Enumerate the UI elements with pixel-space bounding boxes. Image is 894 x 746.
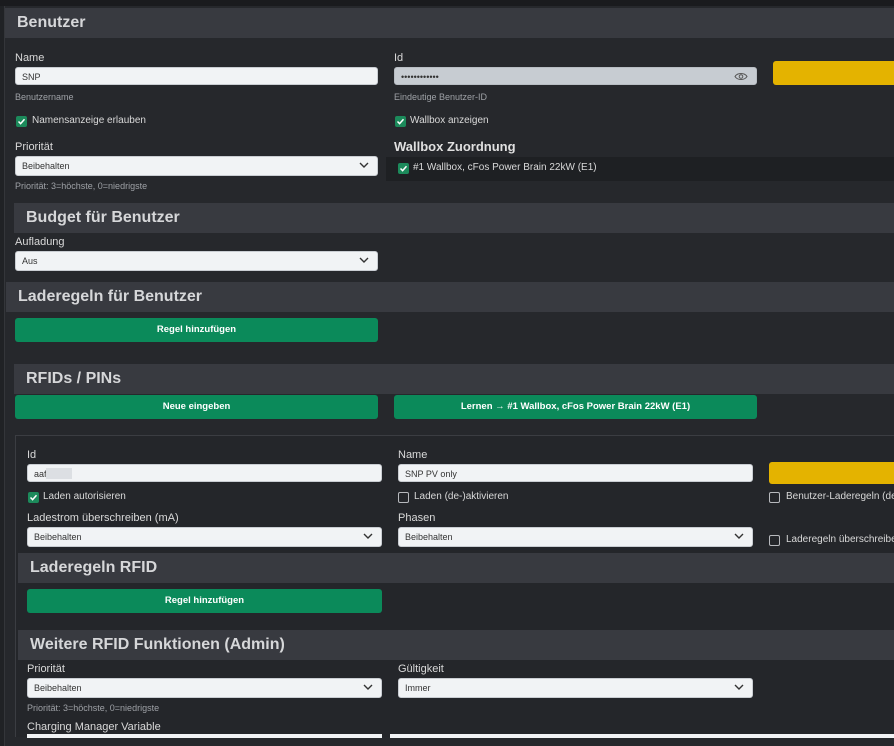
laden-deaktivieren-label: Laden (de-)aktivieren [414,491,509,502]
namensanzeige-checkbox[interactable] [16,116,27,127]
wallbox-zuordnung-title: Wallbox Zuordnung [394,139,516,154]
redaction-block [46,468,72,479]
laderegeln-ueberschreiben-label: Laderegeln überschreibe [786,534,894,545]
rfid-name-input[interactable]: SNP PV only [398,464,753,482]
section-header-laderegeln: Laderegeln für Benutzer [6,282,894,312]
prioritaet-value: Beibehalten [22,161,70,171]
cm-variable-input[interactable] [27,734,382,738]
cm-variable-input-2[interactable] [390,734,894,738]
chevron-down-icon [359,257,369,263]
check-icon [29,494,38,501]
rfid-id-label: Id [27,449,37,461]
phasen-select[interactable]: Beibehalten [398,527,753,547]
rfid-yellow-button[interactable] [769,462,894,484]
rfid-id-input[interactable]: aaf [27,464,382,482]
rfid-id-value: aaf [34,469,47,479]
section-header-rfids: RFIDs / PINs [14,364,894,394]
wallbox-zuordnung-item: #1 Wallbox, cFos Power Brain 22kW (E1) [413,162,597,173]
name-hint: Benutzername [15,92,74,102]
gueltigkeit-select[interactable]: Immer [398,678,753,698]
add-rule-button[interactable]: Regel hinzufügen [15,318,378,342]
yellow-action-button[interactable] [773,61,894,85]
chevron-down-icon [734,533,744,539]
chevron-down-icon [734,684,744,690]
rfid-prioritaet-value: Beibehalten [34,683,82,693]
check-icon [17,118,26,125]
laderegeln-ueberschreiben-checkbox[interactable] [769,535,780,546]
wallbox-anzeigen-checkbox[interactable] [395,116,406,127]
learn-rfid-button[interactable]: Lernen → #1 Wallbox, cFos Power Brain 22… [394,395,757,419]
benutzer-laderegeln-checkbox[interactable] [769,492,780,503]
rfid-prioritaet-hint: Priorität: 3=höchste, 0=niedrigste [27,703,160,713]
prioritaet-hint: Priorität: 3=höchste, 0=niedrigste [15,181,148,191]
gueltigkeit-value: Immer [405,683,431,693]
eye-icon[interactable] [734,72,748,81]
aufladung-select[interactable]: Aus [15,251,378,271]
prioritaet-label: Priorität [15,141,53,153]
section-header-weitere: Weitere RFID Funktionen (Admin) [18,630,894,660]
id-label: Id [394,52,404,64]
phasen-label: Phasen [398,512,436,524]
section-header-budget: Budget für Benutzer [14,203,894,233]
prioritaet-select[interactable]: Beibehalten [15,156,378,176]
aufladung-label: Aufladung [15,236,65,248]
rfid-prioritaet-label: Priorität [27,663,65,675]
rfid-add-rule-button[interactable]: Regel hinzufügen [27,589,382,613]
section-header-laderegeln-rfid: Laderegeln RFID [18,553,894,583]
section-header-benutzer: Benutzer [5,8,894,38]
ladestrom-value: Beibehalten [34,532,82,542]
rfid-name-label: Name [398,449,428,461]
laden-deaktivieren-checkbox[interactable] [398,492,409,503]
laden-autorisieren-label: Laden autorisieren [43,491,126,502]
phasen-value: Beibehalten [405,532,453,542]
chevron-down-icon [359,162,369,168]
wallbox-zuordnung-checkbox[interactable] [398,163,409,174]
namensanzeige-label: Namensanzeige erlauben [32,115,146,126]
name-label: Name [15,52,45,64]
gueltigkeit-label: Gültigkeit [398,663,444,675]
check-icon [399,165,408,172]
rfid-prioritaet-select[interactable]: Beibehalten [27,678,382,698]
chevron-down-icon [363,533,373,539]
new-rfid-button[interactable]: Neue eingeben [15,395,378,419]
benutzer-laderegeln-label: Benutzer-Laderegeln (de [786,491,894,502]
check-icon [396,118,405,125]
id-masked-value: •••••••••••• [401,72,439,82]
id-input[interactable]: •••••••••••• [394,67,757,85]
name-input[interactable]: SNP [15,67,378,85]
id-hint: Eindeutige Benutzer-ID [394,92,488,102]
cm-variable-label: Charging Manager Variable [27,721,161,733]
laden-autorisieren-checkbox[interactable] [28,492,39,503]
chevron-down-icon [363,684,373,690]
ladestrom-label: Ladestrom überschreiben (mA) [27,512,179,524]
wallbox-anzeigen-label: Wallbox anzeigen [410,115,489,126]
aufladung-value: Aus [22,256,38,266]
ladestrom-select[interactable]: Beibehalten [27,527,382,547]
